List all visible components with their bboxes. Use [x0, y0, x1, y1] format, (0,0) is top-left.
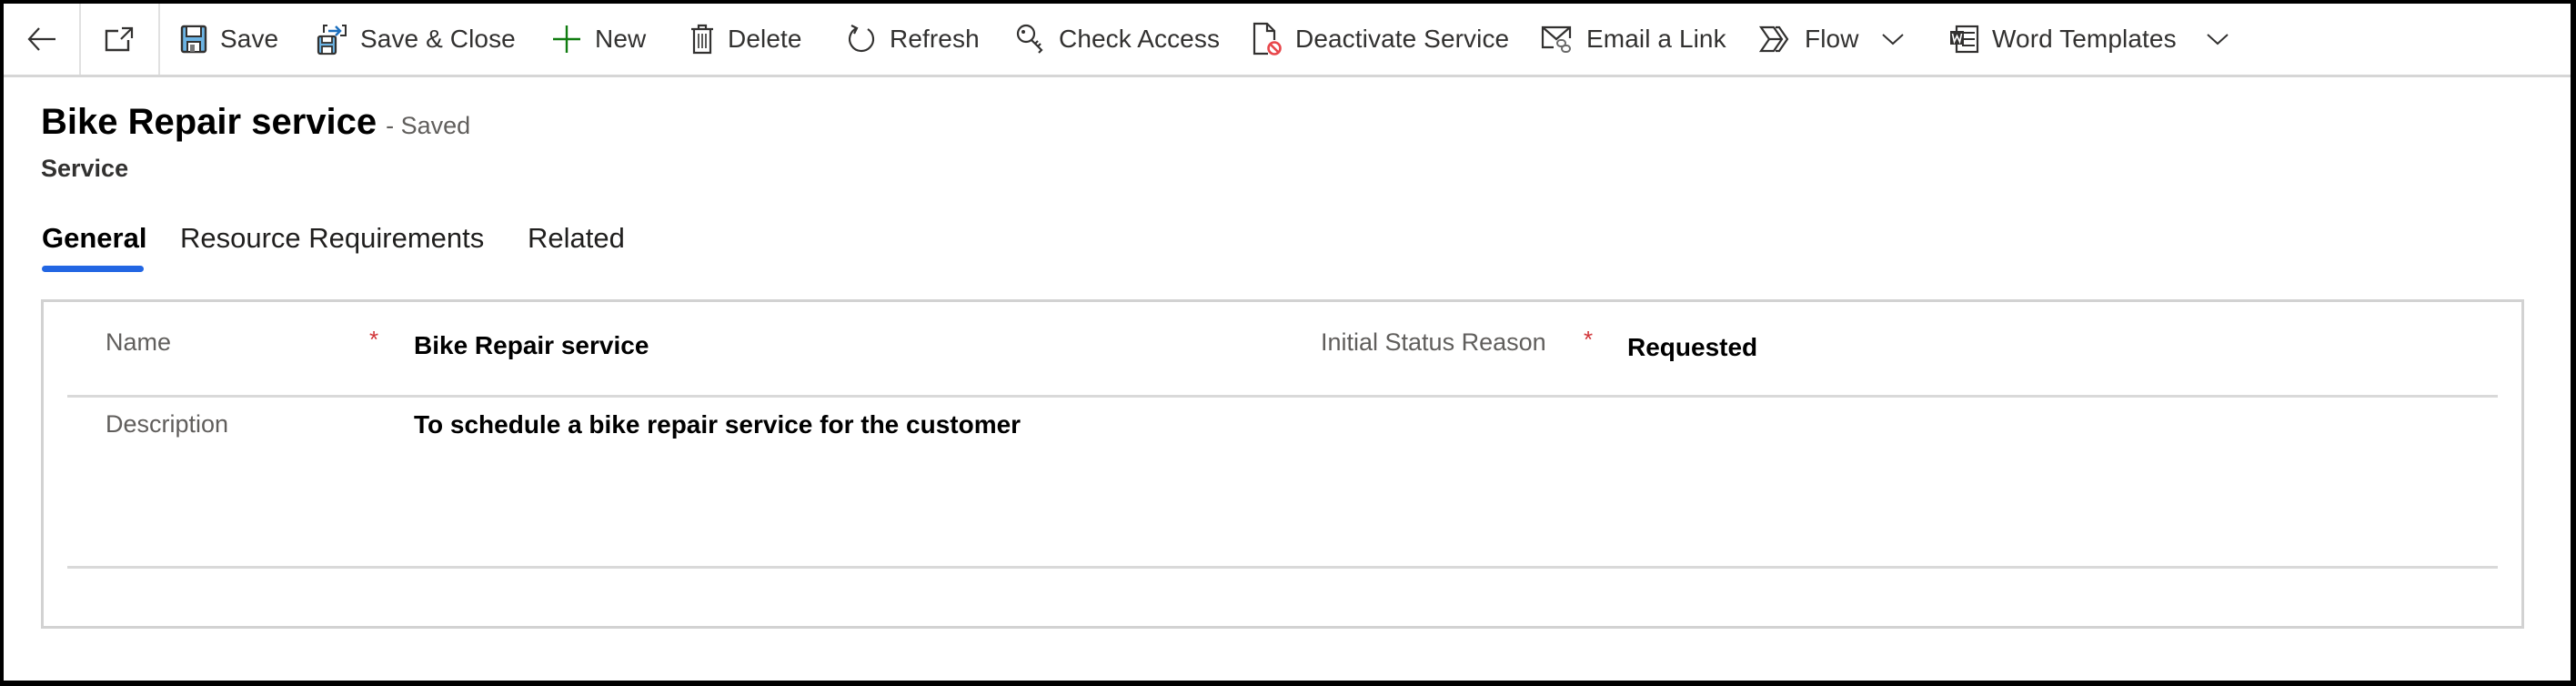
new-button[interactable]: New [551, 4, 646, 75]
plus-icon [553, 25, 580, 53]
initial-status-reason-required-marker: * [1584, 326, 1594, 353]
refresh-button[interactable]: Refresh [846, 4, 980, 75]
key-search-icon [1016, 24, 1043, 54]
initial-status-reason-field[interactable]: Requested [1627, 333, 1757, 362]
chevron-down-icon[interactable] [2206, 32, 2229, 46]
flow-button[interactable]: Flow [1759, 4, 1905, 75]
row-divider [67, 395, 2498, 398]
delete-label: Delete [728, 25, 802, 53]
chevron-down-icon[interactable] [1881, 32, 1905, 46]
email-link-icon [1541, 25, 1572, 53]
open-in-new-window-icon [105, 26, 133, 52]
word-templates-button[interactable]: Word Templates [1948, 4, 2229, 75]
record-title: Bike Repair service - Saved [41, 102, 470, 143]
name-field[interactable]: Bike Repair service [414, 331, 649, 360]
deactivate-service-button[interactable]: Deactivate Service [1252, 4, 1509, 75]
save-label: Save [220, 25, 279, 53]
check-access-button[interactable]: Check Access [1015, 4, 1220, 75]
flow-label: Flow [1805, 25, 1859, 53]
open-in-new-window-button[interactable] [79, 4, 160, 75]
save-button[interactable]: Save [180, 4, 278, 75]
description-field[interactable]: To schedule a bike repair service for th… [414, 410, 1021, 439]
deactivate-service-label: Deactivate Service [1295, 25, 1510, 53]
back-button[interactable] [4, 4, 81, 75]
back-icon [27, 27, 55, 51]
email-a-link-button[interactable]: Email a Link [1541, 4, 1726, 75]
word-icon [1950, 25, 1979, 54]
command-bar: Save Save & Close New Delete Refresh Che… [4, 4, 2571, 77]
save-and-close-label: Save & Close [360, 25, 516, 53]
row-divider [67, 566, 2498, 569]
save-and-close-icon [317, 25, 347, 55]
trash-icon [691, 24, 713, 55]
save-and-close-button[interactable]: Save & Close [317, 4, 516, 75]
save-icon [180, 25, 207, 54]
active-tab-indicator [42, 266, 144, 272]
record-title-text: Bike Repair service [41, 102, 377, 142]
description-label: Description [106, 410, 229, 438]
refresh-label: Refresh [890, 25, 980, 53]
delete-button[interactable]: Delete [689, 4, 802, 75]
flow-icon [1759, 25, 1789, 53]
name-required-marker: * [369, 326, 379, 353]
word-templates-label: Word Templates [1992, 25, 2177, 53]
save-status: - Saved [386, 112, 471, 139]
check-access-label: Check Access [1059, 25, 1221, 53]
refresh-icon [848, 25, 875, 53]
new-label: New [595, 25, 647, 53]
initial-status-reason-label: Initial Status Reason [1321, 328, 1546, 356]
tab-general[interactable]: General [42, 222, 146, 255]
tab-resource-requirements[interactable]: Resource Requirements [180, 222, 484, 255]
email-a-link-label: Email a Link [1586, 25, 1726, 53]
name-label: Name [106, 328, 172, 356]
deactivate-document-icon [1253, 22, 1282, 55]
entity-name: Service [41, 155, 129, 182]
tab-related[interactable]: Related [528, 222, 625, 255]
